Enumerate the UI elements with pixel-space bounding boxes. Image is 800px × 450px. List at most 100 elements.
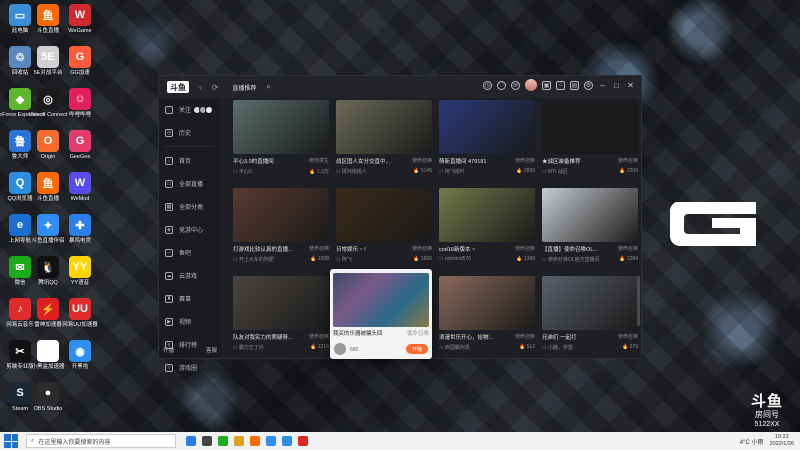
stream-title[interactable]: 队友对我实力的质疑呀...	[233, 333, 293, 341]
desktop-icon[interactable]: G GG加速	[62, 46, 98, 76]
sidebar-item[interactable]: ☁ 云游戏	[159, 264, 221, 287]
stream-title[interactable]: 平心3.0的直播间	[233, 157, 274, 165]
desktop-icon[interactable]: 鱼斗鱼直播	[30, 4, 66, 34]
taskbar-app-icon[interactable]	[298, 436, 308, 446]
stream-category[interactable]: 使命召唤	[618, 245, 638, 253]
stream-card[interactable]: 队友对我实力的质疑呀... 使命召唤 ⚇ 霸刃王丁乐 🔥 1216	[233, 276, 329, 351]
refresh-icon[interactable]: ⟳	[212, 83, 219, 92]
desktop-icon[interactable]: YY YY语音	[62, 256, 98, 286]
sidebar-item[interactable]: ⌂ 首页	[159, 149, 221, 172]
settings-icon[interactable]: ⚙	[584, 80, 593, 90]
user-avatar[interactable]	[525, 79, 537, 91]
taskbar-app-icon[interactable]	[186, 436, 196, 446]
stream-category[interactable]: 使命召唤	[515, 333, 535, 341]
desktop-icon[interactable]: O Origin	[30, 130, 66, 160]
stream-thumbnail[interactable]	[542, 188, 638, 242]
search-icon[interactable]: ⌕	[266, 82, 270, 92]
stream-thumbnail[interactable]	[542, 276, 638, 330]
stream-title[interactable]: 战区国人女分交直中...	[336, 157, 390, 165]
stream-title[interactable]: 【直播】使命召唤OL...	[542, 245, 598, 253]
taskbar-app-icon[interactable]	[250, 436, 260, 446]
stream-category[interactable]: 使命召唤	[309, 245, 329, 253]
shirt-icon[interactable]: ⌂	[556, 80, 565, 90]
followed-avatars[interactable]	[193, 105, 214, 114]
stream-thumbnail[interactable]	[233, 188, 329, 242]
taskbar-app-icon[interactable]	[266, 436, 276, 446]
minimize-button[interactable]: –	[598, 81, 607, 90]
stream-card[interactable]: 【直播】使命召唤OL... 使命召唤 ⚇ 使命召唤OL官方直播间 🔥 1284	[542, 188, 638, 263]
desktop-icon[interactable]: ✦ 斗鱼直播伴侣	[30, 214, 66, 244]
sidebar-item[interactable]: ▭ 全部直播	[159, 172, 221, 195]
stream-card[interactable]: 兄弟们 一起打 使命召唤 ⚇ 小鹿，罗堡 🔥 379	[542, 276, 638, 351]
desktop-icon[interactable]: ☺ 哔哩哔哩	[62, 88, 98, 118]
stream-thumbnail[interactable]	[439, 188, 535, 242]
stream-title[interactable]: 浪漫世乐开心，拾物...	[439, 333, 493, 341]
maximize-button[interactable]: □	[612, 81, 621, 90]
desktop-icon[interactable]: 5E 5E对战平台	[30, 46, 66, 76]
stream-card[interactable]: 浪漫世乐开心，拾物... 使命召唤 ⚇ 西国霸阿凯 🔥 512	[439, 276, 535, 351]
desktop-icon[interactable]: ● OBS Studio	[30, 382, 66, 412]
stream-thumbnail[interactable]	[233, 276, 329, 330]
tab-recommend[interactable]: 直播推荐	[232, 83, 256, 92]
stream-title[interactable]: 打游戏比较认真的直播...	[233, 245, 293, 253]
desktop-icon[interactable]: ◉ 开黑啦	[62, 340, 98, 370]
desktop-icon[interactable]: 鱼斗鱼直播	[30, 172, 66, 202]
stream-title[interactable]: ★战区装备推荐	[542, 157, 581, 165]
gift-icon[interactable]: ▤	[570, 80, 579, 90]
desktop-icon[interactable]: UU 网易UU加速器	[62, 298, 98, 328]
taskbar-app-icon[interactable]	[218, 436, 228, 446]
taskbar-app-icon[interactable]	[234, 436, 244, 446]
sidebar-item[interactable]: ◷ 历史	[159, 121, 221, 144]
stream-card[interactable]: 打游戏比较认真的直播... 使命召唤 ⚇ 开上大车的阿肥 🔥 1908	[233, 188, 329, 263]
stream-thumbnail[interactable]	[439, 100, 535, 154]
stream-category[interactable]: 绝地求生	[309, 157, 329, 165]
stream-category[interactable]: 使命召唤	[618, 157, 638, 165]
stream-thumbnail[interactable]	[233, 100, 329, 154]
desktop-icon[interactable]: ⚡ 雷神加速器	[30, 298, 66, 328]
desktop-icon[interactable]: ◇ 小黑盒加速器	[30, 340, 66, 370]
stream-card[interactable]: 日常娱乐 ~ ! 使命召唤 ⚇ 阿飞 🔥 1836	[336, 188, 432, 263]
stream-card[interactable]: 萌新直播间 479181 使命召唤 ⚇ 阿飞桃叶 🔥 2835	[439, 100, 535, 175]
stream-title[interactable]: 萌新直播间 479181	[439, 157, 486, 165]
clock-icon[interactable]: ◷	[483, 80, 492, 90]
stream-category[interactable]: 使命召唤	[309, 333, 329, 341]
stream-thumbnail[interactable]	[542, 100, 638, 154]
bag-icon[interactable]: ▣	[542, 80, 551, 90]
stream-category[interactable]: 使命召唤	[515, 245, 535, 253]
desktop-icon[interactable]: ◎ Ubisoft Connect	[28, 88, 68, 118]
taskbar-app-icon[interactable]	[282, 436, 292, 446]
customer-service-button[interactable]: 客服	[206, 346, 217, 354]
start-live-button[interactable]: 开播	[163, 346, 174, 354]
sidebar-item[interactable]: ♡ 关注	[159, 98, 221, 121]
stream-card[interactable]: 平心3.0的直播间 绝地求生 ⚇ 平心0 🔥 1.3万	[233, 100, 329, 175]
stream-category[interactable]: 使命召唤	[515, 157, 535, 165]
stream-card[interactable]: 战区国人女分交直中... 使命召唤 ⚇ 斑鸠桃桃人 🔥 5145	[336, 100, 432, 175]
weather-text[interactable]: 4°C 小雨	[740, 437, 764, 446]
sidebar-item[interactable]: ○ 游戏圈	[159, 356, 221, 379]
sidebar-item[interactable]: ▶ 视频	[159, 310, 221, 333]
taskbar-app-icon[interactable]	[202, 436, 212, 446]
desktop-icon[interactable]: W WeMod	[62, 172, 98, 202]
stream-title[interactable]: cod16新版本 ~	[439, 245, 475, 253]
app-logo[interactable]: 斗鱼	[167, 81, 189, 93]
clock[interactable]: 19:22 2022/1/26	[770, 434, 794, 448]
windows-start-icon[interactable]	[4, 434, 18, 448]
close-button[interactable]: ✕	[626, 81, 635, 90]
popup-follow-button[interactable]: 开播	[406, 344, 428, 354]
stream-card[interactable]: ★战区装备推荐 使命召唤 ⚇ MTI 战区 🔥 2209	[542, 100, 638, 175]
stream-category[interactable]: 使命召唤	[618, 333, 638, 341]
stream-category[interactable]: 使命召唤	[412, 245, 432, 253]
stream-title[interactable]: 兄弟们 一起打	[542, 333, 577, 341]
stream-thumbnail[interactable]	[336, 188, 432, 242]
sidebar-item[interactable]: ∽ 鱼吧	[159, 241, 221, 264]
desktop-icon[interactable]: G GeeGee	[62, 130, 98, 160]
content-scrollbar[interactable]	[637, 276, 640, 326]
desktop-icon[interactable]: ✚ 暴鸡电竞	[62, 214, 98, 244]
stream-thumbnail[interactable]	[439, 276, 535, 330]
desktop-icon[interactable]: W WeGame	[62, 4, 98, 34]
sidebar-item[interactable]: ♜ 赛事	[159, 287, 221, 310]
desktop-icon[interactable]: 🐧 腾讯QQ	[30, 256, 66, 286]
taskbar-search-input[interactable]: ⌕ 在这里输入你要搜索的内容	[26, 434, 176, 448]
stream-thumbnail[interactable]	[336, 100, 432, 154]
stream-title[interactable]: 日常娱乐 ~ !	[336, 245, 366, 253]
